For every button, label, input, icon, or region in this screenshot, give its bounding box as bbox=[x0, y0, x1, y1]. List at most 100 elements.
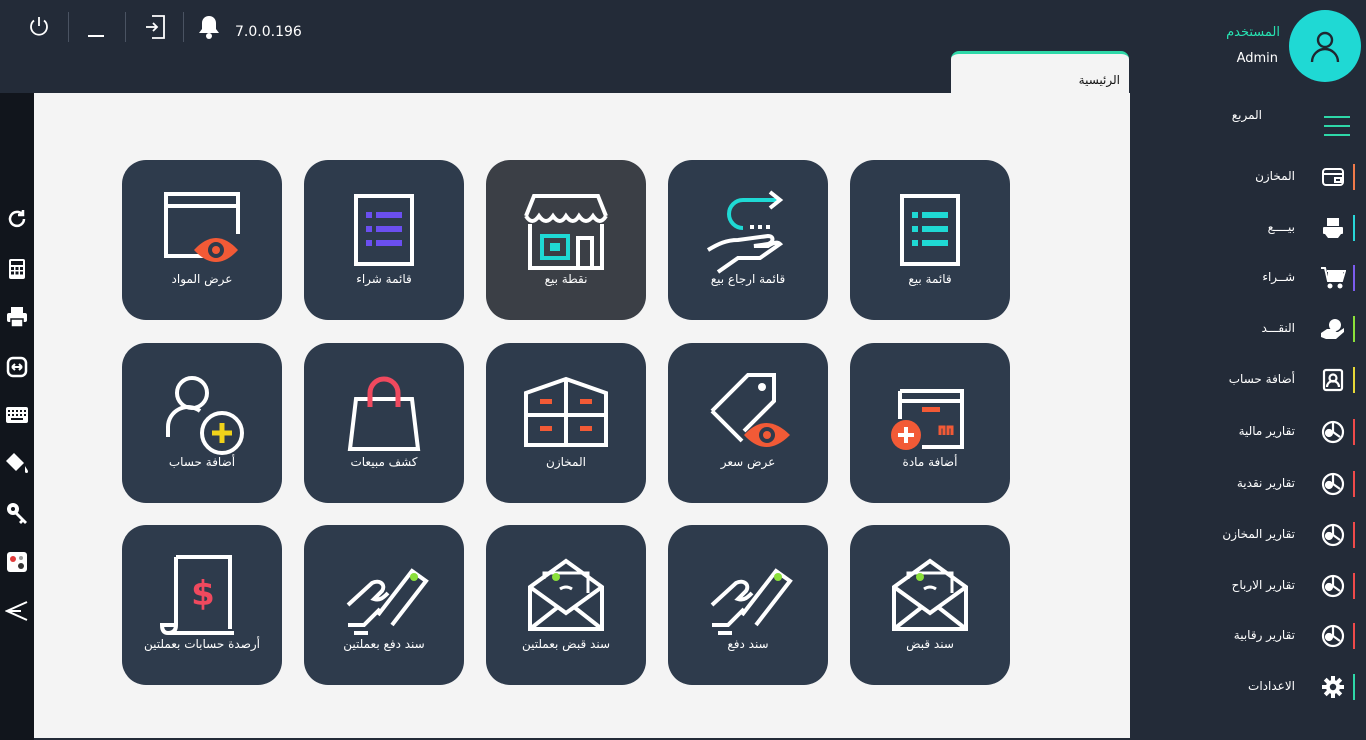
sidebar-item-financial-reports[interactable]: تقارير مالية bbox=[1130, 416, 1366, 448]
tile-label: أضافة مادة bbox=[902, 455, 958, 469]
tab-home[interactable]: الرئيسية bbox=[951, 51, 1129, 93]
tile-price-quote[interactable]: عرض سعر bbox=[668, 343, 828, 503]
tile-add-account[interactable]: أضافة حساب bbox=[122, 343, 282, 503]
contact-card-icon bbox=[1320, 367, 1346, 393]
send-icon[interactable] bbox=[5, 599, 29, 623]
tile-label: أرصدة حسابات بعملتين bbox=[143, 637, 261, 651]
tile-receipt-voucher[interactable]: سند قبض bbox=[850, 525, 1010, 685]
sidebar-item-label: بيــــع bbox=[1267, 220, 1295, 234]
tile-payment-two-currencies[interactable]: سند دفع بعملتين bbox=[304, 525, 464, 685]
tile-point-of-sale[interactable]: نقطة بيع bbox=[486, 160, 646, 320]
report-chart-icon bbox=[1320, 623, 1346, 649]
bell-icon[interactable] bbox=[196, 12, 222, 42]
report-chart-icon bbox=[1320, 419, 1346, 445]
tile-label: سند قبض bbox=[906, 637, 954, 651]
tile-payment-voucher[interactable]: سند دفع bbox=[668, 525, 828, 685]
minimize-icon[interactable] bbox=[84, 12, 108, 42]
sidebar-item-sell[interactable]: بيــــع bbox=[1130, 212, 1366, 244]
report-chart-icon bbox=[1320, 573, 1346, 599]
gear-icon bbox=[1320, 674, 1346, 700]
tile-label: سند قبض بعملتين bbox=[521, 637, 611, 651]
sidebar-item-warehouse-reports[interactable]: تقارير المخازن bbox=[1130, 519, 1366, 551]
tile-label: قائمة ارجاع بيع bbox=[710, 272, 786, 286]
sidebar-item-label: تقارير الارباح bbox=[1231, 578, 1295, 592]
sidebar-item-accent bbox=[1353, 471, 1355, 497]
tile-label: سند دفع بعملتين bbox=[343, 637, 425, 651]
power-icon[interactable] bbox=[26, 12, 52, 42]
paint-bucket-icon[interactable] bbox=[5, 451, 29, 475]
tile-label: قائمة بيع bbox=[908, 272, 952, 286]
report-chart-icon bbox=[1320, 471, 1346, 497]
sidebar-item-label: شــراء bbox=[1262, 270, 1295, 284]
sidebar-item-add-account[interactable]: أضافة حساب bbox=[1130, 364, 1366, 396]
sidebar-item-buy[interactable]: شــراء bbox=[1130, 262, 1366, 294]
sidebar-item-settings[interactable]: الاعدادات bbox=[1130, 671, 1366, 703]
calculator-icon[interactable] bbox=[5, 257, 29, 281]
sidebar-item-accent bbox=[1353, 164, 1355, 190]
sidebar-item-audit-reports[interactable]: تقارير رقابية bbox=[1130, 620, 1366, 652]
refresh-icon[interactable] bbox=[5, 207, 29, 231]
tile-label: سند دفع bbox=[727, 637, 769, 651]
sidebar-item-accent bbox=[1353, 674, 1355, 700]
logout-icon[interactable] bbox=[142, 12, 168, 42]
tile-label: قائمة شراء bbox=[356, 272, 412, 286]
tile-sale-list[interactable]: قائمة بيع bbox=[850, 160, 1010, 320]
divider bbox=[68, 12, 69, 42]
tile-label: كشف مبيعات bbox=[350, 455, 418, 469]
tile-view-items[interactable]: عرض المواد bbox=[122, 160, 282, 320]
report-chart-icon bbox=[1320, 522, 1346, 548]
sidebar-item-label: المخازن bbox=[1255, 169, 1295, 183]
user-role-label: المستخدم bbox=[1226, 25, 1280, 40]
sidebar-item-accent bbox=[1353, 215, 1355, 241]
sidebar-item-label: تقارير مالية bbox=[1238, 424, 1295, 438]
left-toolbar bbox=[0, 93, 34, 740]
user-name-label: Admin bbox=[1236, 51, 1278, 66]
tile-account-balances[interactable]: $ أرصدة حسابات بعملتين bbox=[122, 525, 282, 685]
sidebar-item-label: تقارير نقدية bbox=[1236, 476, 1295, 490]
main-content: قائمة بيع قائمة ارجاع بيع نقطة بيع قائمة… bbox=[34, 93, 1130, 738]
sidebar-item-accent bbox=[1353, 265, 1355, 291]
sidebar-item-accent bbox=[1353, 623, 1355, 649]
printer-icon[interactable] bbox=[5, 305, 29, 329]
sidebar-item-cash-reports[interactable]: تقارير نقدية bbox=[1130, 468, 1366, 500]
sidebar-item-cash[interactable]: النقـــد bbox=[1130, 313, 1366, 345]
hand-money-icon bbox=[1320, 316, 1346, 342]
divider bbox=[125, 12, 126, 42]
tile-label: أضافة حساب bbox=[168, 455, 236, 469]
tile-label: المخازن bbox=[546, 455, 586, 469]
cart-icon bbox=[1320, 265, 1346, 291]
sidebar-item-label: الاعدادات bbox=[1248, 679, 1295, 693]
sidebar-item-label: تقارير المخازن bbox=[1222, 527, 1295, 541]
tile-purchase-list[interactable]: قائمة شراء bbox=[304, 160, 464, 320]
key-icon[interactable] bbox=[5, 501, 29, 525]
tile-return-sale[interactable]: قائمة ارجاع بيع bbox=[668, 160, 828, 320]
tile-label: عرض سعر bbox=[720, 455, 776, 469]
tile-label: عرض المواد bbox=[171, 272, 233, 286]
sidebar-item-accent bbox=[1353, 522, 1355, 548]
sidebar-item-accent bbox=[1353, 316, 1355, 342]
cash-register-icon bbox=[1320, 215, 1346, 241]
sidebar-item-accent bbox=[1353, 367, 1355, 393]
resize-icon[interactable] bbox=[5, 355, 29, 379]
menu-title: المربع bbox=[1231, 108, 1262, 122]
sidebar-item-warehouses[interactable]: المخازن bbox=[1130, 161, 1366, 193]
user-icon bbox=[1310, 31, 1340, 63]
menu-toggle-icon[interactable] bbox=[1324, 116, 1350, 136]
tile-warehouses[interactable]: المخازن bbox=[486, 343, 646, 503]
sidebar-item-label: أضافة حساب bbox=[1228, 372, 1295, 386]
top-bar: 7.0.0.196 الرئيسية bbox=[0, 0, 1130, 93]
tab-label: الرئيسية bbox=[1078, 73, 1120, 87]
tile-sales-report[interactable]: كشف مبيعات bbox=[304, 343, 464, 503]
sidebar-item-profit-reports[interactable]: تقارير الارباح bbox=[1130, 570, 1366, 602]
right-sidebar: المستخدم Admin المربع المخازن بيــــع شـ… bbox=[1130, 0, 1366, 740]
keyboard-icon[interactable] bbox=[5, 403, 29, 427]
sidebar-item-label: تقارير رقابية bbox=[1233, 628, 1295, 642]
game-icon[interactable] bbox=[5, 550, 29, 574]
tile-receipt-two-currencies[interactable]: سند قبض بعملتين bbox=[486, 525, 646, 685]
divider bbox=[183, 12, 184, 42]
sidebar-item-accent bbox=[1353, 419, 1355, 445]
sidebar-item-label: النقـــد bbox=[1261, 321, 1295, 335]
tile-add-item[interactable]: أضافة مادة bbox=[850, 343, 1010, 503]
avatar[interactable] bbox=[1289, 10, 1361, 82]
svg-text:$: $ bbox=[191, 574, 215, 614]
